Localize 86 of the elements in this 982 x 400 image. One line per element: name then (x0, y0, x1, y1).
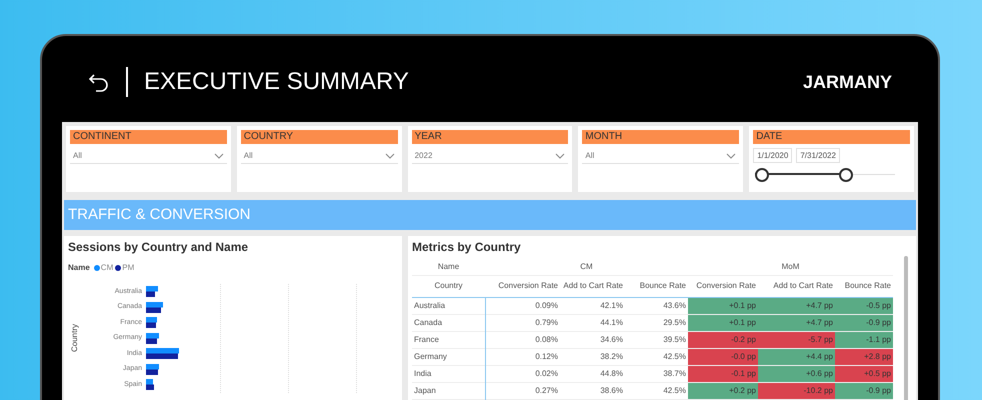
table-cell: 38.6% (560, 382, 625, 399)
brand-logo: JARMANY (802, 70, 892, 94)
bar-pair (146, 332, 159, 344)
table-cell: 38.7% (625, 365, 688, 382)
table-cell: +0.5 pp (835, 365, 893, 382)
column-header: Add to Cart Rate (758, 275, 835, 297)
dropdown[interactable]: All (70, 148, 227, 164)
group-header: MoM (688, 260, 893, 275)
table-cell: 44.1% (560, 314, 625, 331)
table-cell: 38.2% (560, 348, 625, 365)
section-banner: TRAFFIC & CONVERSION (64, 200, 916, 230)
table-cell: 44.8% (560, 365, 625, 382)
table-cell: -0.0 pp (688, 348, 758, 365)
table-cell: 0.02% (485, 365, 560, 382)
table-cell: 42.5% (625, 382, 688, 399)
date-field[interactable]: 7/31/2022 (796, 148, 840, 163)
slider-thumb[interactable] (755, 168, 770, 182)
table-cell: -0.5 pp (835, 297, 893, 314)
filter-header: COUNTRY (240, 130, 398, 144)
table-cell: India (412, 365, 485, 382)
slider-thumb[interactable] (839, 168, 854, 182)
table-cell: Canada (412, 314, 485, 331)
table-cell: 29.5% (625, 314, 688, 331)
dropdown[interactable]: 2022 (412, 148, 568, 164)
table-cell: 43.6% (625, 297, 688, 314)
page-title: EXECUTIVE SUMMARY (144, 67, 409, 97)
bar-pair (146, 286, 158, 298)
bar-pair (146, 302, 163, 313)
table-cell: -0.1 pp (688, 365, 758, 382)
group-header: CM (485, 260, 688, 275)
filter-header: YEAR (412, 130, 568, 144)
chart-title: Sessions by Country and Name (68, 239, 250, 256)
column-header: Country (412, 275, 485, 297)
chevron-down-icon (726, 152, 736, 158)
range-slider[interactable] (755, 168, 896, 182)
table-cell: Australia (412, 297, 485, 314)
chevron-down-icon (555, 152, 566, 158)
table-cell: -0.2 pp (688, 331, 758, 348)
table-cell: +2.8 pp (835, 348, 893, 365)
table-cell: +4.7 pp (758, 297, 835, 314)
legend-label: CM (100, 262, 114, 274)
axis-title: Country (69, 324, 80, 352)
table-cell: 34.6% (560, 331, 625, 348)
column-header: Conversion Rate (485, 275, 560, 297)
dropdown[interactable]: All (240, 148, 398, 164)
table-cell: Germany (412, 348, 485, 365)
table-cell: -0.9 pp (835, 314, 893, 331)
filter-header: MONTH (582, 130, 740, 144)
table-cell: Japan (412, 382, 485, 399)
column-header: Add to Cart Rate (560, 275, 625, 297)
table-cell: 0.79% (485, 314, 560, 331)
table-cell: France (412, 331, 485, 348)
column-header: Conversion Rate (688, 275, 758, 297)
bar-pair (146, 364, 159, 375)
bar-pair (146, 379, 154, 390)
table-cell: +0.2 pp (688, 382, 758, 399)
chevron-down-icon (214, 152, 224, 158)
table-cell: +4.4 pp (758, 348, 835, 365)
table-cell: +4.7 pp (758, 314, 835, 331)
table-cell: -1.1 pp (835, 331, 893, 348)
table-cell: 0.09% (485, 297, 560, 314)
table-cell: -0.9 pp (835, 382, 893, 399)
dropdown[interactable]: All (582, 148, 740, 164)
table-cell: 39.5% (625, 331, 688, 348)
legend-title: Name (68, 262, 90, 274)
column-header: Bounce Rate (835, 275, 893, 297)
filter-header: DATE (753, 130, 910, 144)
bar-pair (146, 348, 179, 360)
table-cell: +0.1 pp (688, 297, 758, 314)
table-cell: 0.08% (485, 331, 560, 348)
table-cell: 0.27% (485, 382, 560, 399)
bar-pair (146, 317, 157, 328)
date-field[interactable]: 1/1/2020 (753, 148, 792, 163)
column-header: Name (412, 260, 485, 275)
table-cell: -10.2 pp (758, 382, 835, 399)
table-cell: 0.12% (485, 348, 560, 365)
column-header: Bounce Rate (625, 275, 688, 297)
table-cell: +0.1 pp (688, 314, 758, 331)
table-cell: +0.6 pp (758, 365, 835, 382)
table-cell: 42.5% (625, 348, 688, 365)
table-cell: -5.7 pp (758, 331, 835, 348)
legend-label: PM (122, 262, 134, 274)
chevron-down-icon (384, 152, 395, 158)
filter-header: CONTINENT (70, 130, 227, 144)
table-cell: 42.1% (560, 297, 625, 314)
table-title: Metrics by Country (412, 239, 522, 256)
